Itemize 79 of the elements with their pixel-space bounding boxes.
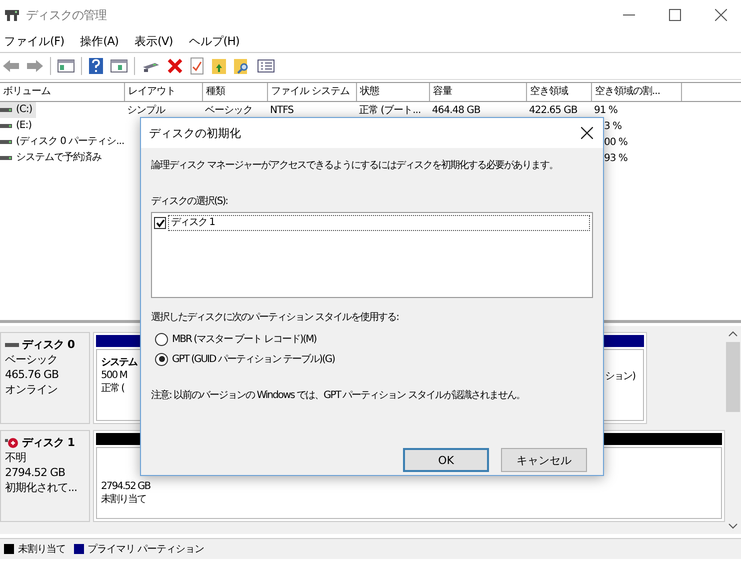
panel-icon[interactable] [57, 58, 75, 74]
column-header[interactable]: 種類 [203, 83, 268, 101]
properties-list-icon[interactable] [257, 58, 275, 74]
disk-list[interactable]: ディスク 1 [151, 212, 593, 298]
scroll-up-icon[interactable] [728, 330, 738, 338]
column-header[interactable]: 空き領域の割... [592, 83, 682, 101]
radio-button[interactable] [155, 332, 168, 346]
disk-detail: ベーシック [5, 352, 58, 367]
disk-detail: 465.76 GB [5, 367, 60, 382]
cancel-button[interactable]: キャンセル [501, 448, 587, 472]
table-cell-text: ベーシック [204, 105, 252, 116]
table-cell-text: NTFS [269, 104, 294, 116]
menu-item[interactable]: ヘルプ(H) [188, 34, 240, 48]
dialog-title: ディスクの初期化 [149, 126, 241, 140]
volume-cell[interactable]: (ディスク 0 パーティシ... [0, 134, 128, 150]
partition-detail: システム [101, 356, 137, 369]
volume-icon [0, 155, 12, 161]
volume-cell[interactable]: システムで予約済み [0, 150, 106, 166]
close-icon[interactable] [715, 9, 727, 21]
window-title: ディスクの管理 [26, 6, 106, 24]
panel-icon[interactable] [110, 58, 128, 74]
disk-info-panel[interactable]: ディスク 1 不明 2794.52 GB 初期化されて... [0, 430, 90, 522]
help-icon[interactable] [88, 57, 104, 75]
radio-label[interactable]: MBR (マスター ブート レコード)(M) [172, 332, 316, 346]
table-cell-text: 464.48 GB [431, 104, 480, 116]
disk-name: ディスク 0 [22, 337, 74, 352]
menu-item[interactable]: ファイル(F) [4, 34, 64, 48]
dialog-message: 論理ディスク マネージャーがアクセスできるようにするにはディスクを初期化する必要があります。 [151, 158, 560, 172]
ok-button[interactable]: OK [403, 448, 489, 472]
disk-error-icon [5, 436, 19, 448]
table-cell-text: 93 % [603, 152, 628, 164]
scroll-down-icon[interactable] [728, 522, 738, 530]
legend-label: 未割り当て [18, 542, 66, 556]
dialog-note: 注意: 以前のバージョンの Windows では、GPT パーティション スタイルが認識されません。 [151, 388, 526, 402]
column-header[interactable]: 容量 [430, 83, 527, 101]
menu-item[interactable]: 操作(A) [80, 34, 118, 48]
forward-arrow-icon[interactable] [26, 58, 44, 74]
disk-detail: 初期化されて... [5, 480, 78, 495]
column-header[interactable]: ボリューム [0, 83, 125, 101]
back-arrow-icon[interactable] [2, 58, 20, 74]
volume-cell[interactable]: (E:) [0, 118, 36, 134]
disk-detail: 2794.52 GB [5, 465, 66, 480]
close-icon[interactable] [581, 127, 593, 139]
partition-detail: 未割り当て [101, 493, 147, 506]
table-cell-text: シンプル [126, 105, 165, 116]
check-document-icon[interactable] [189, 57, 205, 75]
radio-button[interactable] [155, 352, 168, 366]
volume-icon [0, 123, 12, 129]
column-header[interactable]: 空き領域 [527, 83, 592, 101]
delete-icon[interactable] [167, 58, 183, 74]
partition-detail: 正常 ( [101, 382, 126, 395]
table-cell-text: 422.65 GB [528, 104, 578, 116]
partition-detail: 500 M [101, 369, 128, 382]
list-label: ディスクの選択(S): [151, 195, 229, 208]
style-label: 選択したディスクに次のパーティション スタイルを使用する: [151, 311, 400, 324]
volume-icon [0, 139, 12, 145]
column-header[interactable]: 状態 [357, 83, 430, 101]
disk-info-panel[interactable]: ディスク 0 ベーシック 465.76 GB オンライン [0, 332, 90, 424]
disk-name: ディスク 1 [22, 435, 74, 450]
list-item[interactable]: ディスク 1 [168, 215, 590, 231]
partition-detail: 2794.52 GB [101, 480, 150, 493]
volume-cell[interactable]: (C:) [0, 102, 36, 118]
legend-label: プライマリ パーティション [88, 542, 204, 556]
disk-detail: 不明 [5, 450, 27, 465]
table-cell-text: 00 % [603, 136, 628, 148]
maximize-icon[interactable] [669, 9, 681, 21]
app-icon [4, 8, 20, 22]
disk-detail: オンライン [5, 382, 58, 397]
column-header[interactable]: ファイル システム [268, 83, 357, 101]
radio-label[interactable]: GPT (GUID パーティション テーブル)(G) [172, 352, 334, 366]
partition-detail: ション) [605, 370, 635, 384]
folder-up-icon[interactable] [211, 57, 227, 75]
table-cell-text: 正常 (ブート... [358, 105, 421, 116]
table-cell-text: 91 % [593, 104, 618, 116]
checkbox[interactable] [154, 217, 166, 229]
menu-item[interactable]: 表示(V) [134, 34, 173, 48]
column-header[interactable]: レイアウト [125, 83, 203, 101]
table-cell-text: 3 % [603, 120, 622, 132]
volume-icon [0, 107, 12, 113]
